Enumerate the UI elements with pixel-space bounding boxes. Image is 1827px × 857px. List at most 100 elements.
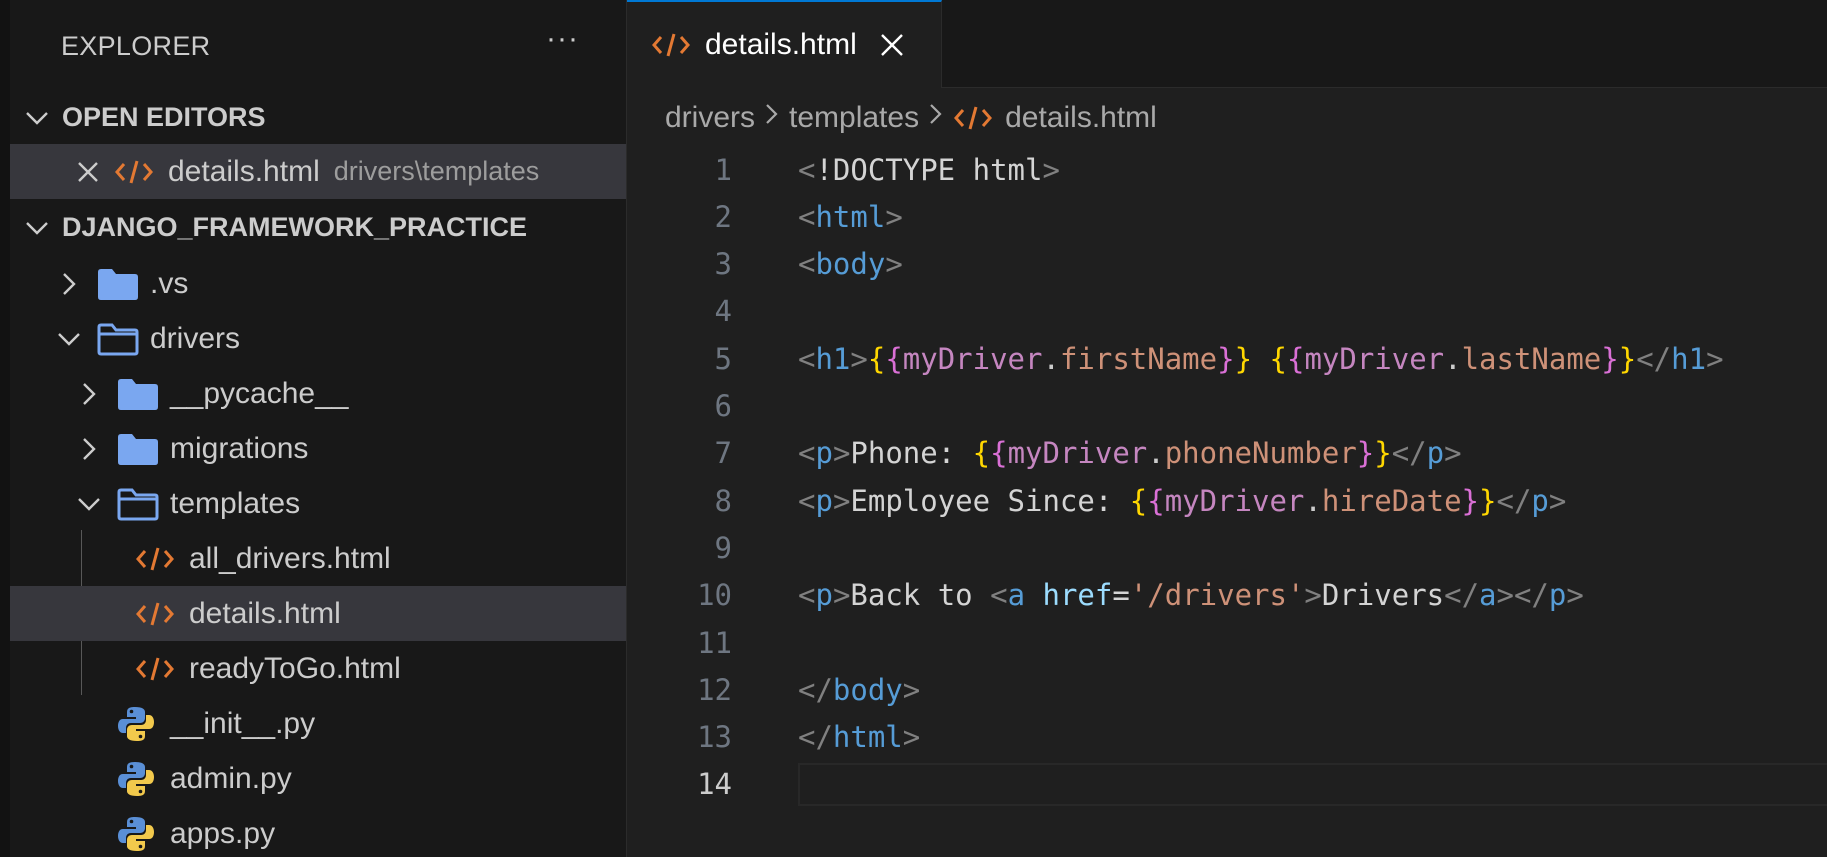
tree-item-details[interactable]: details.html	[10, 586, 626, 641]
project-label: DJANGO_FRAMEWORK_PRACTICE	[62, 212, 528, 242]
line-number: 4	[714, 294, 732, 329]
more-actions-icon[interactable]: ···	[546, 22, 579, 56]
html-file-icon	[114, 157, 154, 187]
code-line[interactable]: 4	[627, 288, 1827, 335]
code-line[interactable]: 9	[627, 524, 1827, 571]
code-token: }	[1356, 436, 1375, 471]
chevron-right-icon	[763, 101, 781, 135]
chevron-right-icon	[76, 436, 104, 462]
python-file-icon	[116, 704, 156, 744]
html-file-icon	[135, 599, 175, 629]
code-token: body	[832, 672, 903, 707]
open-editors-label: OPEN EDITORS	[62, 102, 266, 132]
chevron-right-icon	[927, 101, 945, 135]
tree-item-all-drivers[interactable]: all_drivers.html	[10, 531, 626, 586]
tree-item-migrations[interactable]: migrations	[10, 421, 626, 476]
line-number: 13	[697, 720, 732, 755]
code-token: {	[972, 436, 991, 471]
explorer-title: EXPLORER	[61, 31, 211, 61]
tree-item-templates[interactable]: templates	[10, 476, 626, 531]
breadcrumb-item[interactable]: details.html	[1005, 101, 1157, 135]
chevron-right-icon	[56, 271, 84, 297]
code-token: a	[1479, 578, 1497, 613]
line-number: 2	[714, 199, 732, 234]
tab-label: details.html	[705, 28, 857, 61]
code-line[interactable]: 1 <!DOCTYPE html>	[627, 146, 1827, 193]
code-token: }	[1479, 483, 1497, 518]
code-line[interactable]: 5 <h1>{{myDriver.firstName}} {{myDriver.l…	[627, 335, 1827, 382]
code-line[interactable]: 10 <p>Back to <a href='/drivers'>Drivers<…	[627, 572, 1827, 619]
code-token: <	[990, 578, 1008, 613]
tree-item-pycache[interactable]: __pycache__	[10, 366, 626, 421]
code-token: Back to	[850, 578, 991, 613]
tree-item-label: apps.py	[170, 816, 276, 850]
tree-item-init[interactable]: __init__.py	[10, 696, 626, 751]
code-token: </	[1636, 341, 1672, 376]
code-text: </html>	[798, 720, 920, 754]
code-token: {	[1286, 341, 1305, 376]
breadcrumb-item[interactable]: drivers	[665, 101, 755, 135]
code-line[interactable]: 2 <html>	[627, 193, 1827, 240]
tree-item-apps[interactable]: apps.py	[10, 806, 626, 857]
code-token: >	[902, 672, 921, 707]
chevron-right-icon	[76, 381, 104, 407]
code-token: >	[832, 578, 851, 613]
code-line[interactable]: 13 </html>	[627, 714, 1827, 761]
tree-item-label: templates	[170, 486, 301, 520]
code-token: myDriver	[1164, 483, 1305, 518]
open-editors-section[interactable]: OPEN EDITORS	[10, 90, 626, 145]
project-section[interactable]: DJANGO_FRAMEWORK_PRACTICE	[10, 200, 626, 255]
code-text: <!DOCTYPE html>	[798, 153, 1060, 187]
code-token: >	[1706, 341, 1724, 376]
open-editor-item[interactable]: details.html drivers\templates	[10, 144, 626, 199]
code-token: p	[1531, 483, 1549, 518]
chevron-down-icon	[76, 491, 104, 517]
code-token: html	[832, 720, 903, 755]
code-token: <	[798, 152, 816, 187]
code-editor[interactable]: 1 <!DOCTYPE html> 2 <html> 3 <body> 4 5 <h1>{{my…	[627, 146, 1827, 857]
line-number: 5	[714, 341, 732, 376]
html-file-icon	[135, 654, 175, 684]
code-token: Phone:	[850, 436, 973, 471]
code-token: !DOCTYPE html	[815, 152, 1043, 187]
code-line[interactable]: 8 <p>Employee Since: {{myDriver.hireDate}…	[627, 477, 1827, 524]
editor-tab-bar: details.html	[627, 0, 1827, 88]
code-text: <p>Phone: {{myDriver.phoneNumber}}</p>	[798, 436, 1462, 470]
tree-item-admin[interactable]: admin.py	[10, 751, 626, 806]
breadcrumb: drivers templates details.html	[665, 96, 1157, 140]
code-line[interactable]: 12 </body>	[627, 666, 1827, 713]
code-line[interactable]: 14	[627, 761, 1827, 808]
chevron-down-icon	[24, 215, 52, 241]
code-line[interactable]: 7 <p>Phone: {{myDriver.phoneNumber}}</p>	[627, 430, 1827, 477]
breadcrumb-item[interactable]: templates	[789, 101, 919, 135]
code-line[interactable]: 11	[627, 619, 1827, 666]
code-token: =	[1112, 578, 1130, 613]
code-token: >	[885, 247, 903, 282]
close-tab-icon[interactable]	[879, 32, 905, 58]
line-number: 14	[697, 767, 732, 802]
code-token: hireDate	[1321, 483, 1462, 518]
tree-item-label: migrations	[170, 431, 309, 465]
code-text: <h1>{{myDriver.firstName}} {{myDriver.la…	[798, 342, 1724, 376]
open-editor-path: drivers\templates	[333, 156, 540, 186]
code-token: {	[867, 341, 886, 376]
tree-item-readytogo[interactable]: readyToGo.html	[10, 641, 626, 696]
code-token: >	[902, 720, 921, 755]
close-icon[interactable]	[76, 160, 104, 184]
tree-item-drivers[interactable]: drivers	[10, 311, 626, 366]
code-token: }	[1217, 341, 1235, 376]
tab-details-html[interactable]: details.html	[627, 0, 942, 88]
code-token: p	[1548, 578, 1567, 613]
code-line[interactable]: 6	[627, 383, 1827, 430]
code-token: }	[1374, 436, 1392, 471]
line-number: 7	[714, 436, 732, 471]
chevron-down-icon	[24, 105, 52, 131]
code-token: {	[1129, 483, 1148, 518]
code-token: }	[1234, 341, 1253, 376]
code-token: p	[815, 436, 833, 471]
code-line[interactable]: 3 <body>	[627, 241, 1827, 288]
tree-item-vs[interactable]: .vs	[10, 256, 626, 311]
folder-icon	[96, 266, 140, 302]
code-token: }	[1461, 483, 1480, 518]
